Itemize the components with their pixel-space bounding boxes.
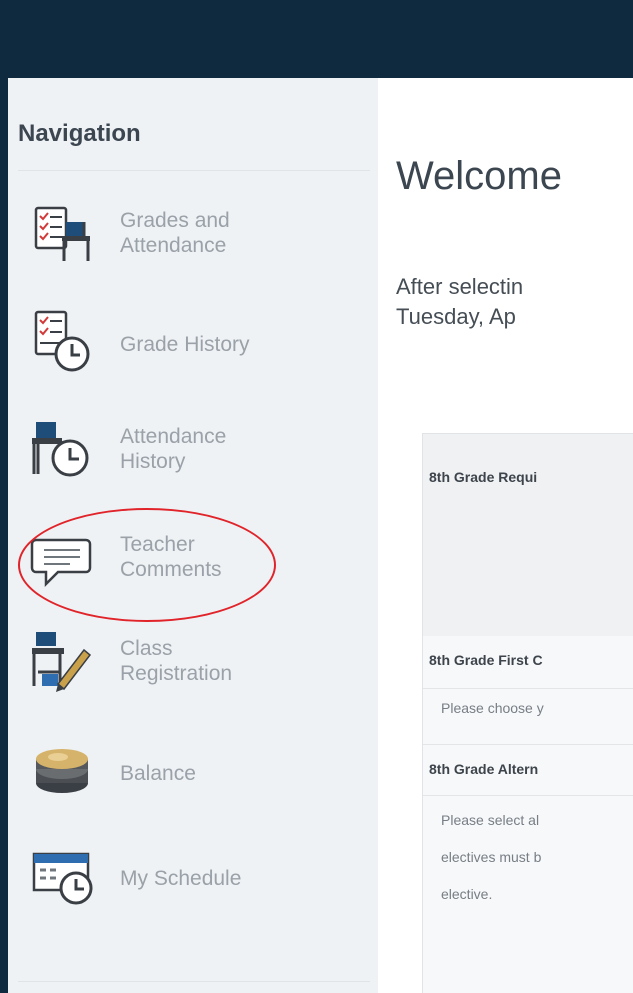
sidebar-bottom-rule: [18, 981, 370, 982]
navigation-sidebar: Navigation Grades and Attendance Grade H…: [8, 78, 379, 993]
nav-label-my-schedule: My Schedule: [120, 867, 242, 890]
page-title: Welcome: [396, 154, 562, 198]
section-title-required: 8th Grade Requi: [429, 469, 538, 485]
nav-item-my-schedule[interactable]: My Schedule: [28, 838, 368, 918]
nav-item-balance[interactable]: Balance: [28, 733, 368, 813]
nav-item-class-registration[interactable]: Class Registration: [28, 628, 368, 708]
section-text-alternate: Please select al electives must b electi…: [441, 812, 542, 902]
balance-icon: [36, 749, 88, 793]
section-text-first-choice: Please choose y: [441, 700, 544, 716]
nav-item-attendance-history[interactable]: Attendance History: [28, 418, 368, 498]
navigation-title: Navigation: [18, 120, 141, 147]
nav-label-teacher-comments: Teacher Comments: [120, 533, 222, 581]
nav-item-grade-history[interactable]: Grade History: [28, 304, 368, 384]
nav-label-attendance-history: Attendance History: [120, 425, 227, 473]
grade-history-icon: [34, 310, 90, 372]
section-required: 8th Grade Requi: [423, 434, 633, 637]
teacher-comments-icon: [30, 538, 92, 588]
grades-attendance-icon: [34, 206, 90, 261]
left-frame-strip: [0, 78, 8, 993]
registration-card: 8th Grade Requi 8th Grade First C Please…: [422, 433, 633, 993]
my-schedule-icon: [32, 852, 93, 905]
section-first-choice-header: 8th Grade First C: [423, 636, 633, 689]
main-content: Welcome After selectin Tuesday, Ap 8th G…: [378, 78, 633, 993]
section-alternate-header: 8th Grade Altern: [423, 744, 633, 796]
top-header-bar: [0, 0, 633, 78]
nav-label-grades-and-attendance: Grades and Attendance: [120, 209, 230, 257]
section-title-first-choice: 8th Grade First C: [429, 652, 543, 668]
nav-label-grade-history: Grade History: [120, 333, 250, 356]
nav-item-teacher-comments[interactable]: Teacher Comments: [28, 526, 368, 606]
nav-label-balance: Balance: [120, 762, 196, 785]
attendance-history-icon: [32, 422, 89, 477]
intro-text: After selectin Tuesday, Ap: [396, 274, 524, 329]
section-title-alternate: 8th Grade Altern: [429, 761, 539, 777]
navigation-divider: [18, 170, 370, 171]
nav-label-class-registration: Class Registration: [120, 637, 233, 685]
class-registration-icon: [32, 632, 92, 692]
nav-item-grades-and-attendance[interactable]: Grades and Attendance: [28, 200, 368, 280]
